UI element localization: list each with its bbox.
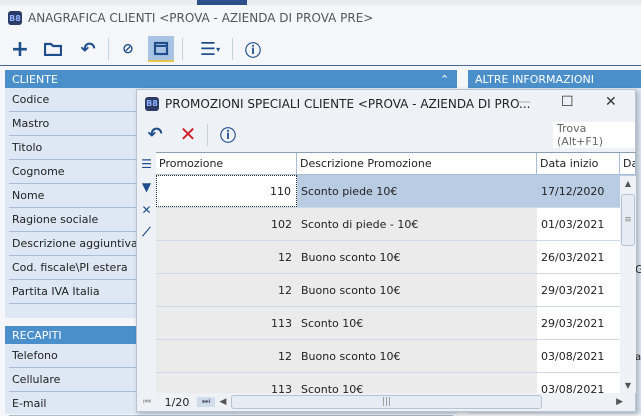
cell-descrizione[interactable]: Sconto 10€ bbox=[297, 373, 537, 393]
main-toolbar: + ↶ ⊘ ☰ ▾ ⓘ bbox=[0, 31, 641, 66]
scroll-down-icon[interactable]: ▼ bbox=[620, 381, 636, 390]
app-logo-icon: B8 bbox=[145, 96, 159, 111]
cell-data-inizio[interactable]: 17/12/2020 bbox=[537, 175, 620, 207]
cell-promozione[interactable]: 12 bbox=[156, 274, 297, 306]
main-title-bar: B8 ANAGRAFICA CLIENTI <PROVA - AZIENDA D… bbox=[0, 5, 641, 31]
cell-promozione[interactable]: 12 bbox=[156, 241, 297, 273]
undo-icon[interactable]: ↶ bbox=[142, 121, 168, 147]
scroll-thumb[interactable]: ≡ bbox=[621, 194, 635, 246]
list-icon[interactable]: ☰ bbox=[137, 152, 156, 175]
last-page-icon[interactable]: ⏭ bbox=[197, 397, 215, 407]
cell-descrizione[interactable]: Buono sconto 10€ bbox=[297, 241, 537, 273]
cliente-header[interactable]: CLIENTE ⌃ bbox=[5, 70, 457, 88]
help-icon[interactable]: ⓘ bbox=[240, 36, 266, 62]
cell-data-inizio[interactable]: 01/03/2021 bbox=[537, 208, 620, 240]
cell-data-inizio[interactable]: 26/03/2021 bbox=[537, 241, 620, 273]
cell-promozione[interactable]: 12 bbox=[156, 340, 297, 372]
grid-header: Promozione Descrizione Promozione Data i… bbox=[156, 153, 636, 175]
maximize-icon[interactable]: ☐ bbox=[561, 94, 574, 110]
plus-icon[interactable]: + bbox=[7, 36, 33, 62]
delete-icon[interactable]: ✕ bbox=[175, 121, 201, 147]
link-icon[interactable]: ⊘ bbox=[115, 36, 141, 62]
dialog-title-bar: B8 PROMOZIONI SPECIALI CLIENTE <PROVA - … bbox=[137, 90, 635, 117]
help-icon[interactable]: ⓘ bbox=[215, 121, 241, 147]
cell-promozione[interactable]: 113 bbox=[156, 307, 297, 339]
cell-data-inizio[interactable]: 03/08/2021 bbox=[537, 373, 620, 393]
undo-icon[interactable]: ↶ bbox=[75, 36, 101, 62]
cell-descrizione[interactable]: Buono sconto 10€ bbox=[297, 274, 537, 306]
cell-promozione[interactable]: 113 bbox=[156, 373, 297, 393]
column-header-promozione[interactable]: Promozione bbox=[156, 153, 297, 174]
table-row[interactable]: 102 Sconto di piede - 10€ 01/03/2021 bbox=[156, 208, 636, 241]
clear-filter-icon[interactable]: ✕ bbox=[137, 198, 156, 221]
close-icon[interactable]: ✕ bbox=[605, 94, 617, 110]
search-input[interactable]: Trova (Alt+F1) bbox=[553, 122, 635, 148]
column-header-data-fine[interactable]: Da bbox=[620, 153, 636, 174]
table-row[interactable]: 113 Sconto 10€ 03/08/2021 bbox=[156, 373, 636, 393]
table-row[interactable]: 12 Buono sconto 10€ 26/03/2021 bbox=[156, 241, 636, 274]
cell-descrizione[interactable]: Sconto di piede - 10€ bbox=[297, 208, 537, 240]
promozioni-grid: Promozione Descrizione Promozione Data i… bbox=[156, 152, 636, 393]
horizontal-scroll-thumb[interactable]: ||| bbox=[231, 395, 542, 409]
minimize-icon[interactable]: — bbox=[517, 94, 531, 110]
column-header-data-inizio[interactable]: Data inizio bbox=[537, 153, 620, 174]
first-page-icon[interactable]: ⏮ bbox=[137, 397, 157, 407]
table-row[interactable]: 12 Buono sconto 10€ 29/03/2021 bbox=[156, 274, 636, 307]
folder-open-icon[interactable] bbox=[40, 36, 66, 62]
altre-info-header[interactable]: ALTRE INFORMAZIONI bbox=[468, 70, 641, 88]
chart-icon[interactable]: ⟋ bbox=[137, 221, 156, 244]
page-indicator: 1/20 bbox=[164, 395, 190, 409]
cell-descrizione[interactable]: Sconto piede 10€ bbox=[297, 175, 537, 207]
cell-descrizione[interactable]: Sconto 10€ bbox=[297, 307, 537, 339]
grid-navigator: ⏮ 1/20 ⏭ ◀ ||| ▶ bbox=[137, 393, 635, 411]
cell-data-inizio[interactable]: 03/08/2021 bbox=[537, 340, 620, 372]
cell-promozione[interactable]: 110 bbox=[156, 175, 297, 207]
menu-icon[interactable]: ☰ ▾ bbox=[192, 36, 228, 62]
vertical-scrollbar[interactable]: ▲ ≡ ▼ bbox=[620, 176, 636, 393]
promozioni-dialog: B8 PROMOZIONI SPECIALI CLIENTE <PROVA - … bbox=[136, 89, 636, 412]
box-icon[interactable] bbox=[148, 36, 174, 62]
cell-descrizione[interactable]: Buono sconto 10€ bbox=[297, 340, 537, 372]
scroll-up-icon[interactable]: ▲ bbox=[620, 179, 636, 188]
collapse-icon[interactable]: ⌃ bbox=[440, 73, 449, 86]
grid-side-toolbar: ☰ ▼ ✕ ⟋ bbox=[137, 152, 156, 393]
table-row[interactable]: 110 Sconto piede 10€ 17/12/2020 bbox=[156, 175, 636, 208]
cell-data-inizio[interactable]: 29/03/2021 bbox=[537, 307, 620, 339]
table-row[interactable]: 12 Buono sconto 10€ 03/08/2021 bbox=[156, 340, 636, 373]
dialog-title: PROMOZIONI SPECIALI CLIENTE <PROVA - AZI… bbox=[165, 96, 531, 111]
scroll-left-icon[interactable]: ◀ bbox=[215, 397, 231, 407]
column-header-descrizione[interactable]: Descrizione Promozione bbox=[297, 153, 537, 174]
table-row[interactable]: 113 Sconto 10€ 29/03/2021 bbox=[156, 307, 636, 340]
cell-promozione[interactable]: 102 bbox=[156, 208, 297, 240]
dialog-toolbar: ↶ ✕ ⓘ Trova (Alt+F1) bbox=[137, 118, 635, 151]
app-logo-icon: B8 bbox=[8, 11, 22, 25]
main-window-title: ANAGRAFICA CLIENTI <PROVA - AZIENDA DI P… bbox=[28, 11, 374, 25]
cell-data-inizio[interactable]: 29/03/2021 bbox=[537, 274, 620, 306]
scroll-right-icon[interactable]: ▶ bbox=[542, 397, 635, 407]
filter-icon[interactable]: ▼ bbox=[137, 175, 156, 198]
